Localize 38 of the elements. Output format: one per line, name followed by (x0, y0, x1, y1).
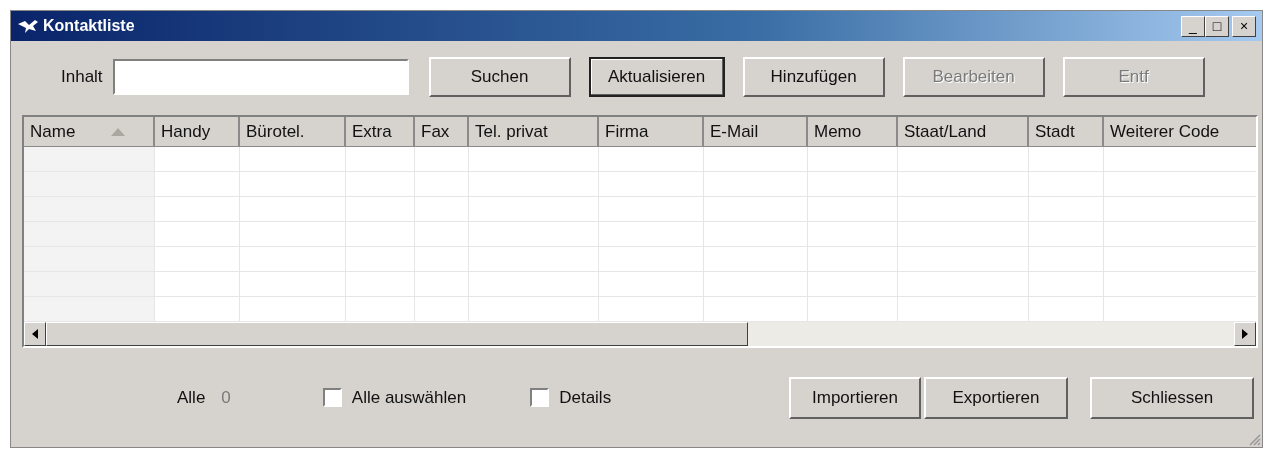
close-button[interactable]: × (1232, 15, 1256, 37)
column-header[interactable]: Stadt (1029, 117, 1104, 147)
column-header[interactable]: Fax (415, 117, 469, 147)
toolbar-button[interactable]: Hinzufügen (742, 57, 885, 97)
footer-button[interactable]: Exportieren (924, 376, 1068, 419)
left-arrow-icon (32, 329, 38, 339)
bird-icon (17, 18, 39, 34)
column-header[interactable]: Staat/Land (898, 117, 1029, 147)
column-header[interactable]: Firma (599, 117, 704, 147)
column-header[interactable]: Memo (808, 117, 898, 147)
checkbox[interactable] (530, 388, 550, 407)
checkbox-label[interactable]: Alle auswählen (351, 387, 467, 408)
column-header[interactable]: Tel. privat (469, 117, 599, 147)
count-value: 0 (221, 387, 231, 408)
column-header[interactable]: Handy (155, 117, 240, 147)
right-arrow-icon (1242, 329, 1248, 339)
count-label: Alle (177, 387, 206, 408)
column-header[interactable]: Bürotel. (240, 117, 346, 147)
scroll-right-button[interactable] (1234, 322, 1256, 346)
search-label: Inhalt (61, 67, 103, 87)
footer-button[interactable]: Importieren (789, 376, 921, 419)
window-title: Kontaktliste (43, 17, 135, 35)
sort-arrow-icon (111, 128, 125, 136)
column-header[interactable]: Weiterer Code (1104, 117, 1256, 147)
footer-button[interactable]: Schliessen (1090, 376, 1254, 419)
checkbox-label[interactable]: Details (559, 387, 612, 408)
horizontal-scrollbar[interactable] (24, 322, 1256, 346)
scroll-thumb[interactable] (46, 322, 748, 346)
checkbox[interactable] (322, 388, 342, 407)
search-field[interactable] (112, 59, 409, 95)
toolbar-button[interactable]: Aktualisieren (588, 57, 725, 97)
resize-grip-icon (1247, 432, 1261, 446)
column-header[interactable]: E-Mail (704, 117, 808, 147)
minimize-button[interactable]: _ (1181, 15, 1205, 37)
column-header[interactable]: Extra (346, 117, 415, 147)
toolbar-button[interactable]: Suchen (428, 57, 571, 97)
maximize-button[interactable]: □ (1205, 15, 1229, 37)
scroll-left-button[interactable] (24, 322, 46, 346)
